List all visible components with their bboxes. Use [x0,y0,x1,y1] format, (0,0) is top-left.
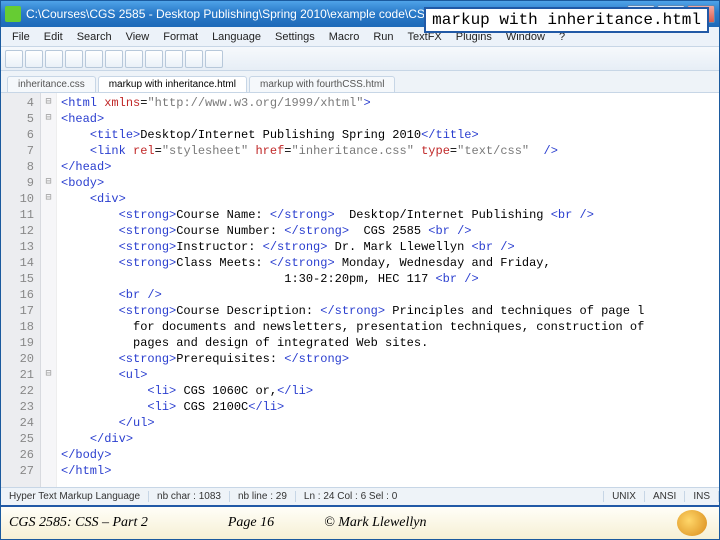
status-lang: Hyper Text Markup Language [1,491,149,502]
redo-button[interactable] [205,50,223,68]
toolbar [1,47,719,71]
status-ins: INS [685,491,719,502]
open-button[interactable] [25,50,43,68]
status-lines: nb line : 29 [230,491,296,502]
footer-course: CGS 2585: CSS – Part 2 [9,515,148,531]
statusbar: Hyper Text Markup Language nb char : 108… [1,487,719,505]
undo-button[interactable] [185,50,203,68]
copy-button[interactable] [145,50,163,68]
new-button[interactable] [5,50,23,68]
menu-edit[interactable]: Edit [37,29,70,45]
footer-page: Page 16 [228,515,274,531]
menu-file[interactable]: File [5,29,37,45]
status-chars: nb char : 1083 [149,491,230,502]
status-enc: ANSI [645,491,685,502]
menu-macro[interactable]: Macro [322,29,367,45]
saveall-button[interactable] [65,50,83,68]
line-gutter: 4567891011121314151617181920212223242526… [1,93,41,487]
menu-format[interactable]: Format [156,29,205,45]
tab[interactable]: inheritance.css [7,76,96,92]
editor[interactable]: 4567891011121314151617181920212223242526… [1,93,719,487]
menu-view[interactable]: View [119,29,157,45]
tab[interactable]: markup with fourthCSS.html [249,76,396,92]
menu-run[interactable]: Run [366,29,400,45]
footer-author: © Mark Llewellyn [324,515,426,531]
close-button[interactable] [85,50,103,68]
code-area[interactable]: <html xmlns="http://www.w3.org/1999/xhtm… [57,93,719,487]
cut-button[interactable] [125,50,143,68]
print-button[interactable] [105,50,123,68]
paste-button[interactable] [165,50,183,68]
ucf-logo-icon [677,510,707,536]
app-icon [5,6,21,22]
tab[interactable]: markup with inheritance.html [98,76,247,92]
status-eol: UNIX [604,491,645,502]
slide-footer: CGS 2585: CSS – Part 2 Page 16 © Mark Ll… [1,505,719,539]
menu-settings[interactable]: Settings [268,29,322,45]
menu-search[interactable]: Search [70,29,119,45]
menubar: markup with inheritance.html FileEditSea… [1,27,719,47]
menu-language[interactable]: Language [205,29,268,45]
notepadpp-window: C:\Courses\CGS 2585 - Desktop Publishing… [0,0,720,540]
fold-column[interactable]: ⊟⊟ ⊟⊟ ⊟ [41,93,57,487]
save-button[interactable] [45,50,63,68]
tabstrip: inheritance.cssmarkup with inheritance.h… [1,71,719,93]
annotation-label: markup with inheritance.html [424,7,709,33]
status-pos: Ln : 24 Col : 6 Sel : 0 [296,491,604,502]
